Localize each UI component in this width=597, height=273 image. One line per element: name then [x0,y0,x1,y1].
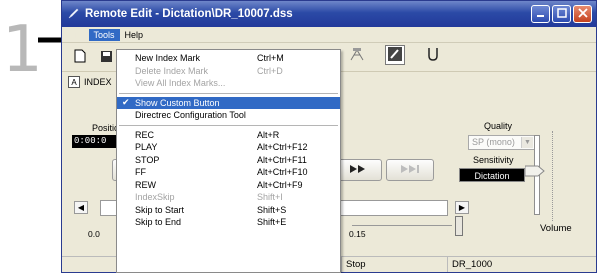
fast-forward-icon [349,164,367,177]
menu-separator [119,124,338,126]
maximize-button[interactable] [552,5,571,23]
menu-item-label: REC [135,129,155,140]
menu-item-label: View All Index Marks... [135,78,226,89]
menu-separator [119,92,338,94]
menu-item-play[interactable]: PLAY Alt+Ctrl+F12 [117,141,340,154]
menu-item-label: REW [135,179,156,190]
edit-tool-button[interactable] [385,45,405,65]
step-number: 1 [2,13,43,87]
menu-file[interactable]: File [64,29,89,41]
menu-item-label: IndexSkip [135,192,175,203]
custom-tool-button[interactable] [347,45,367,65]
skip-start-icon: ◀ [77,203,85,212]
menu-item-directrec-config[interactable]: Directrec Configuration Tool [117,109,340,122]
pen-icon [68,7,80,22]
title-bar: Remote Edit - Dictation\DR_10007.dss [62,1,596,27]
minimize-icon [536,8,546,21]
menu-item-shortcut: Alt+Ctrl+F12 [257,142,308,153]
menu-item-rec[interactable]: REC Alt+R [117,129,340,142]
window-title: Remote Edit - Dictation\DR_10007.dss [85,8,293,20]
volume-label: Volume [540,223,572,234]
menu-bar: File Tools Help [62,27,596,43]
volume-slider-thumb[interactable] [525,165,545,177]
save-button[interactable] [96,47,116,67]
menu-item-label: Directrec Configuration Tool [135,110,246,121]
skip-forward-icon [400,164,420,177]
menu-item-shortcut: Ctrl+D [257,65,283,76]
menu-item-label: PLAY [135,142,158,153]
menu-item-shortcut: Shift+S [257,204,287,215]
index-label: INDEX [84,77,112,87]
transport-controls [334,159,434,181]
menu-item-shortcut: Alt+R [257,129,280,140]
tick-label-start: 0.0 [88,229,100,239]
skip-to-end-button[interactable]: ▶ [455,201,469,214]
menu-item-rew[interactable]: REW Alt+Ctrl+F9 [117,179,340,192]
menu-item-view-all-index-marks[interactable]: View All Index Marks... [117,77,340,90]
menu-item-label: STOP [135,154,160,165]
save-icon [100,50,113,65]
speed-slider-thumb[interactable] [455,216,463,236]
menu-help[interactable]: Help [120,29,149,41]
minimize-button[interactable] [531,5,550,23]
close-button[interactable] [573,5,592,23]
skip-forward-button[interactable] [386,159,434,181]
tools-menu-dropdown: New Index Mark Ctrl+M Delete Index Mark Ct… [116,49,341,273]
menu-item-new-index-mark[interactable]: New Index Mark Ctrl+M [117,52,340,65]
undo-button[interactable] [423,45,443,65]
skip-end-icon: ▶ [458,203,466,212]
menu-item-stop[interactable]: STOP Alt+Ctrl+F11 [117,154,340,167]
maximize-icon [556,7,567,21]
menu-item-label: Delete Index Mark [135,65,209,76]
menu-item-indexskip[interactable]: IndexSkip Shift+I [117,191,340,204]
quality-select[interactable]: SP (mono) ▼ [468,135,535,150]
volume-ticks [552,131,556,221]
status-device: DR_1000 [448,257,596,272]
sensitivity-label: Sensitivity [473,155,514,165]
sensitivity-display[interactable]: Dictation [459,168,525,182]
menu-item-label: Skip to End [135,217,182,228]
menu-item-ff[interactable]: FF Alt+Ctrl+F10 [117,166,340,179]
custom-tool-icon [349,46,365,64]
menu-item-skip-to-start[interactable]: Skip to Start Shift+S [117,204,340,217]
menu-item-shortcut: Shift+I [257,192,283,203]
menu-item-label: FF [135,167,146,178]
undo-icon [426,46,440,64]
menu-item-label: Show Custom Button [135,97,220,108]
status-state: Stop [342,257,448,272]
menu-item-shortcut: Alt+Ctrl+F11 [257,154,307,165]
position-label: Positic [92,123,119,133]
checkmark-icon: ✔ [122,97,130,108]
menu-item-label: Skip to Start [135,204,185,215]
menu-item-skip-to-end[interactable]: Skip to End Shift+E [117,216,340,229]
quality-value: SP (mono) [472,137,515,147]
menu-item-shortcut: Ctrl+M [257,53,284,64]
new-document-icon [74,49,86,65]
menu-item-delete-index-mark[interactable]: Delete Index Mark Ctrl+D [117,65,340,78]
menu-tools[interactable]: Tools [88,28,120,41]
quality-label: Quality [484,121,513,131]
edit-tool-icon [387,46,403,64]
menu-item-shortcut: Shift+E [257,217,287,228]
menu-item-shortcut: Alt+Ctrl+F9 [257,179,303,190]
fast-forward-button[interactable] [334,159,382,181]
new-document-button[interactable] [70,47,90,67]
chevron-down-icon: ▼ [521,137,533,148]
menu-item-show-custom-button[interactable]: ✔ Show Custom Button [117,96,340,109]
index-marker-box: A [68,76,80,88]
menu-item-shortcut: Alt+Ctrl+F10 [257,167,308,178]
tick-label-end: 0.15 [349,229,366,239]
skip-to-start-button[interactable]: ◀ [74,201,88,214]
timeline-ticks [352,225,452,233]
close-icon [577,7,588,21]
menu-item-label: New Index Mark [135,53,201,64]
